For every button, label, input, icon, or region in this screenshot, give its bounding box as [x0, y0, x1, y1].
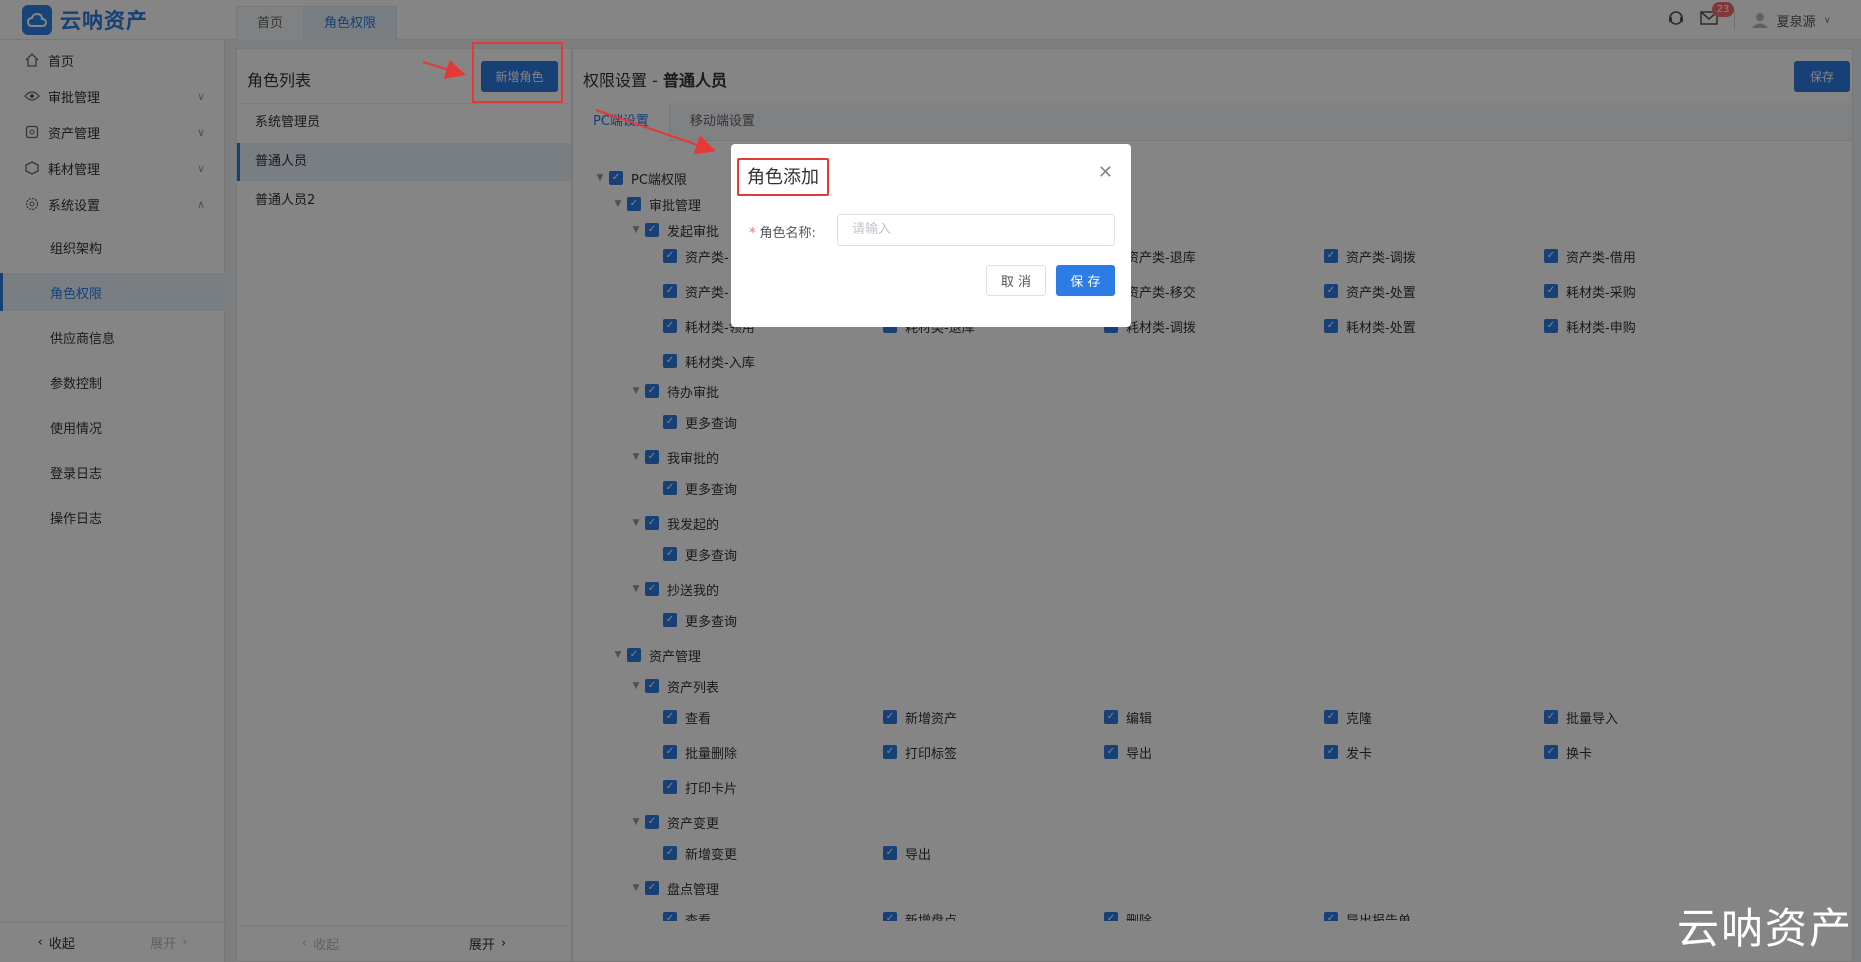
watermark: 云呐资产 — [1676, 904, 1853, 953]
close-icon[interactable]: ✕ — [1098, 162, 1113, 183]
role-name-input[interactable]: 请输入 — [837, 214, 1115, 246]
cancel-button[interactable]: 取 消 — [986, 265, 1046, 296]
role-name-label-text: 角色名称: — [759, 226, 816, 241]
role-name-label: * 角色名称: — [749, 222, 816, 241]
dialog-title: 角色添加 — [737, 158, 829, 196]
save-button[interactable]: 保 存 — [1056, 265, 1115, 296]
required-asterisk: * — [749, 226, 756, 241]
input-placeholder: 请输入 — [852, 222, 892, 237]
add-role-dialog: 角色添加 ✕ * 角色名称: 请输入 取 消 保 存 — [731, 144, 1131, 327]
